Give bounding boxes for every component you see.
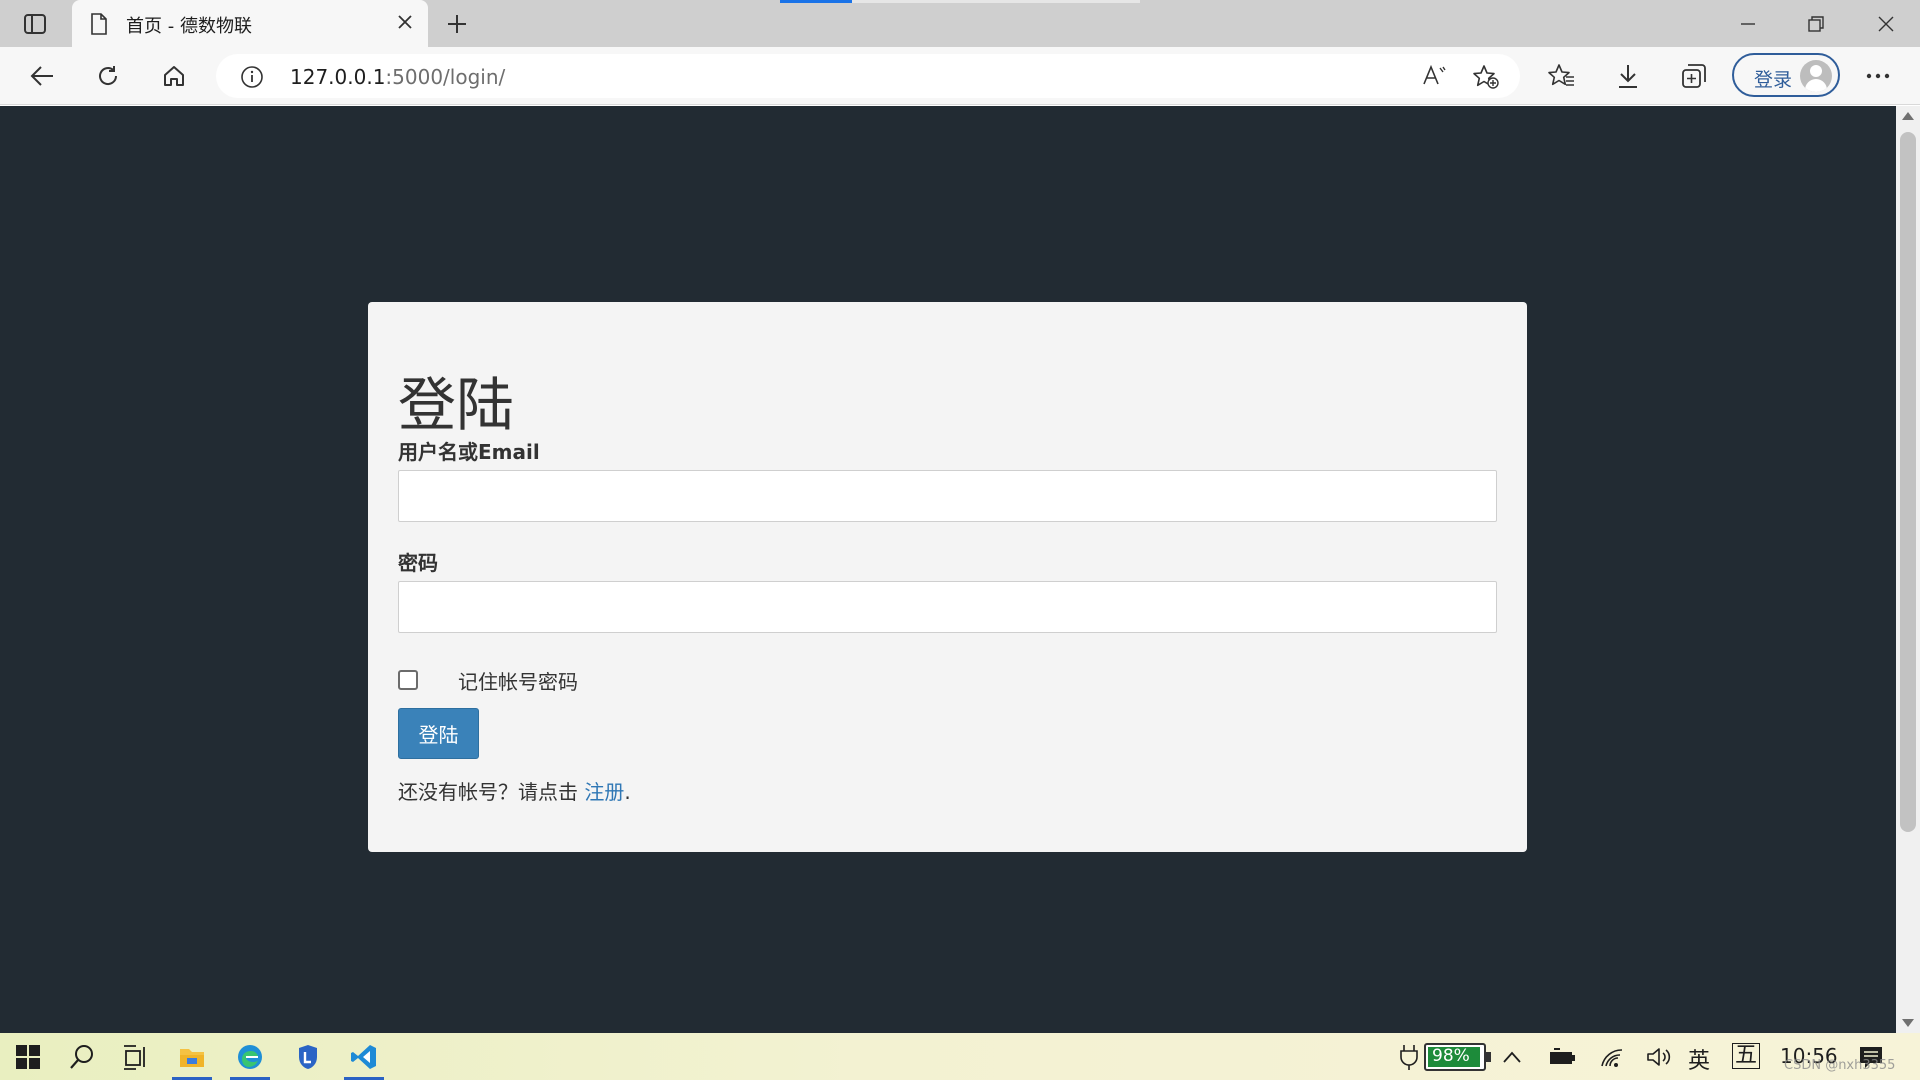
vscode-icon[interactable]	[336, 1033, 392, 1080]
profile-signin-button[interactable]: 登录	[1732, 53, 1840, 97]
vertical-scrollbar[interactable]	[1896, 106, 1920, 1033]
restore-button[interactable]	[1794, 10, 1838, 38]
url-text[interactable]: 127.0.0.1:5000/login/	[290, 65, 505, 89]
browser-toolbar: 127.0.0.1:5000/login/ 登录	[0, 47, 1920, 105]
tab-title: 首页 - 德数物联	[126, 16, 252, 37]
close-window-button[interactable]	[1864, 10, 1908, 38]
home-button[interactable]	[156, 59, 192, 93]
tab-strip: 首页 - 德数物联	[0, 0, 1920, 47]
remember-checkbox[interactable]	[398, 670, 418, 690]
page-viewport: 登陆 用户名或Email 密码 记住帐号密码 登陆 还没有帐号？请点击 注册.	[0, 106, 1896, 1033]
add-favorite-icon[interactable]	[1472, 64, 1500, 94]
power-plug-icon[interactable]	[1398, 1045, 1420, 1070]
site-info-icon[interactable]	[240, 65, 264, 93]
address-bar[interactable]: 127.0.0.1:5000/login/	[216, 54, 1520, 98]
register-link[interactable]: 注册	[584, 780, 624, 804]
show-hidden-icons-chevron-icon[interactable]	[1502, 1045, 1522, 1069]
avatar	[1800, 60, 1832, 92]
scroll-down-arrow-icon[interactable]	[1902, 1019, 1914, 1027]
volume-icon[interactable]	[1646, 1045, 1672, 1069]
login-card: 登陆 用户名或Email 密码 记住帐号密码 登陆 还没有帐号？请点击 注册.	[368, 302, 1527, 852]
username-label: 用户名或Email	[398, 440, 540, 464]
file-explorer-icon[interactable]	[164, 1033, 220, 1080]
ime-language[interactable]: 英	[1688, 1043, 1710, 1075]
battery-status-icon[interactable]	[1548, 1045, 1576, 1069]
scroll-thumb[interactable]	[1900, 132, 1916, 832]
page-icon	[90, 13, 108, 39]
browser-tab[interactable]: 首页 - 德数物联	[72, 0, 428, 47]
more-menu-icon[interactable]	[1860, 59, 1896, 93]
read-aloud-icon[interactable]	[1422, 64, 1448, 92]
shield-app-icon[interactable]	[280, 1033, 336, 1080]
tab-actions-icon[interactable]	[20, 11, 50, 37]
wifi-icon[interactable]	[1600, 1045, 1626, 1069]
taskbar: 98% 英 五 10:56	[0, 1033, 1920, 1080]
register-prompt: 还没有帐号？请点击 注册.	[398, 780, 631, 804]
favorites-icon[interactable]	[1544, 59, 1580, 93]
page-title: 登陆	[398, 371, 515, 439]
collections-icon[interactable]	[1676, 59, 1712, 93]
ime-mode[interactable]: 五	[1732, 1043, 1761, 1069]
downloads-icon[interactable]	[1610, 59, 1646, 93]
edge-browser-icon[interactable]	[222, 1033, 278, 1080]
search-icon[interactable]	[54, 1033, 110, 1080]
refresh-button[interactable]	[90, 59, 126, 93]
battery-indicator[interactable]: 98%	[1424, 1043, 1491, 1071]
username-input[interactable]	[398, 470, 1497, 522]
password-label: 密码	[398, 551, 438, 575]
back-button[interactable]	[24, 59, 60, 93]
password-input[interactable]	[398, 581, 1497, 633]
remember-label: 记住帐号密码	[458, 670, 578, 694]
close-tab-icon[interactable]	[396, 13, 414, 35]
task-view-icon[interactable]	[108, 1033, 164, 1080]
minimize-button[interactable]	[1726, 10, 1770, 38]
watermark: CSDN @nxh3355	[1784, 1058, 1896, 1073]
login-button[interactable]: 登陆	[398, 708, 479, 759]
battery-percent: 98%	[1432, 1046, 1470, 1066]
scroll-up-arrow-icon[interactable]	[1902, 112, 1914, 120]
loading-progress	[780, 0, 1140, 3]
new-tab-button[interactable]	[442, 11, 472, 37]
start-button[interactable]	[0, 1033, 56, 1080]
signin-label: 登录	[1754, 69, 1793, 91]
